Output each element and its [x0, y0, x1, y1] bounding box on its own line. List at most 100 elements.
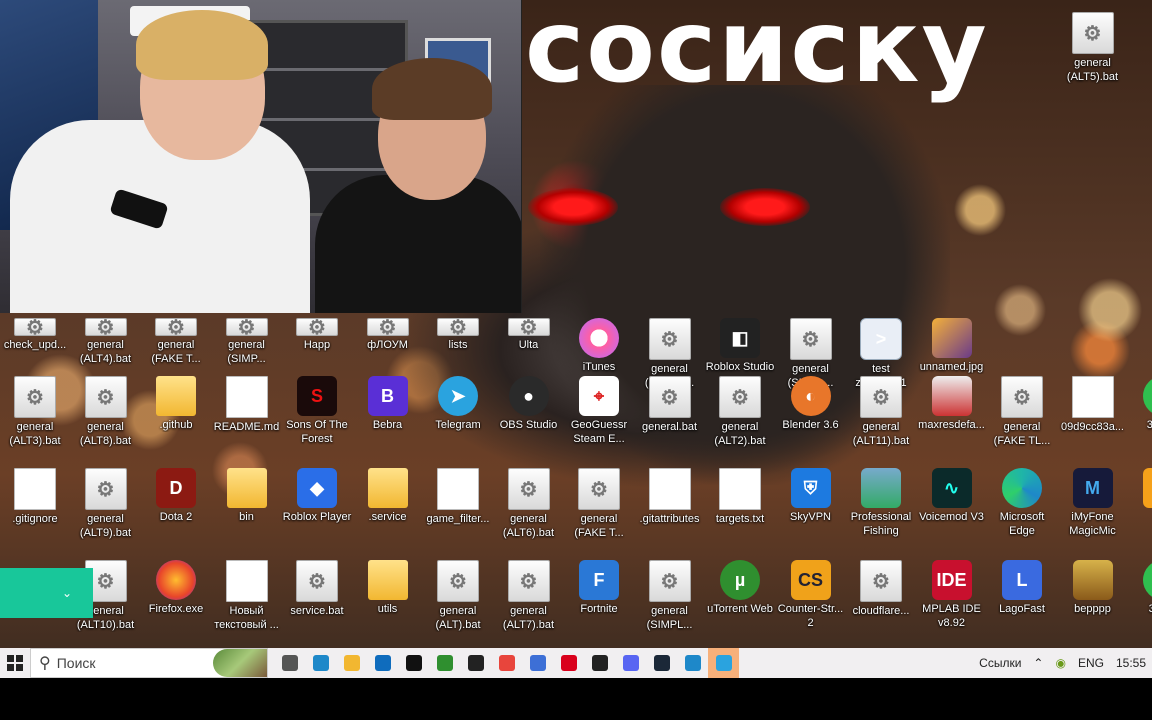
taskbar-app-button[interactable]: [367, 648, 398, 678]
chevron-up-icon[interactable]: ⌃: [1033, 656, 1043, 670]
desktop-icon[interactable]: FL FL: [1128, 468, 1152, 524]
ps1-file-icon: >: [860, 318, 902, 360]
taskbar-app-button[interactable]: [305, 648, 336, 678]
desktop-icon[interactable]: general (ALT9).bat: [71, 468, 141, 540]
b360-file-icon: [1143, 560, 1152, 600]
desktop-icon[interactable]: unnamed.jpg: [917, 318, 987, 374]
start-button[interactable]: [0, 648, 30, 678]
desktop-icon[interactable]: L LagoFast: [987, 560, 1057, 616]
desktop-icon[interactable]: Professional Fishing: [846, 468, 916, 538]
taskbar-app-button[interactable]: [398, 648, 429, 678]
desktop-icon[interactable]: README.md: [212, 376, 282, 434]
taskbar-app-button[interactable]: [522, 648, 553, 678]
desktop-icon[interactable]: Happ: [282, 318, 352, 352]
desktop-icon[interactable]: general (ALT7).bat: [494, 560, 564, 632]
desktop-icon[interactable]: ● OBS Studio: [494, 376, 564, 432]
dota-file-icon: D: [156, 468, 196, 508]
desktop-icon[interactable]: IDE MPLAB IDE v8.92: [917, 560, 987, 630]
desktop[interactable]: сосиску general (ALT5).batcheck_upd...ge…: [0, 0, 1152, 678]
taskbar-app-button[interactable]: [584, 648, 615, 678]
desktop-icon[interactable]: Новый текстовый ...: [212, 560, 282, 632]
desktop-icon[interactable]: general (ALT5).bat: [1058, 12, 1128, 84]
taskbar-app-button[interactable]: [491, 648, 522, 678]
desktop-icon[interactable]: ⌖ GeoGuessr Steam E...: [564, 376, 634, 446]
bat-file-icon: [648, 560, 691, 602]
desktop-icon[interactable]: 360 Br: [1128, 376, 1152, 432]
desktop-icon[interactable]: lists: [423, 318, 493, 352]
network-icon[interactable]: ◉: [1055, 656, 1065, 670]
desktop-icon[interactable]: bepppp: [1058, 560, 1128, 616]
taskbar-app-button[interactable]: [460, 648, 491, 678]
taskbar-app-button[interactable]: [615, 648, 646, 678]
taskbar-app-button[interactable]: [429, 648, 460, 678]
desktop-icon[interactable]: .gitattributes: [635, 468, 705, 526]
desktop-icon[interactable]: maxresdefa...: [917, 376, 987, 432]
chevron-down-icon[interactable]: ⌄: [62, 586, 72, 600]
desktop-icon[interactable]: general (ALT6).bat: [494, 468, 564, 540]
desktop-icon-label: general (ALT2).bat: [714, 421, 766, 447]
desktop-icon[interactable]: 09d9cc83a...: [1058, 376, 1128, 434]
desktop-icon[interactable]: general (FAKE T...: [564, 468, 634, 540]
clock[interactable]: 15:55: [1116, 656, 1146, 670]
desktop-icon[interactable]: ◆ Roblox Player: [282, 468, 352, 524]
links-toolbar[interactable]: Ссылки: [979, 656, 1021, 670]
desktop-icon[interactable]: general (FAKE T...: [141, 318, 211, 366]
desktop-icon[interactable]: utils: [353, 560, 423, 616]
desktop-icon[interactable]: F Fortnite: [564, 560, 634, 616]
desktop-icon[interactable]: фЛОУМ: [353, 318, 423, 352]
desktop-icon[interactable]: ⛨ SkyVPN: [776, 468, 846, 524]
desktop-icon[interactable]: ◐ Blender 3.6: [776, 376, 846, 432]
desktop-icon[interactable]: Ulta: [494, 318, 564, 352]
desktop-icon[interactable]: bin: [212, 468, 282, 524]
desktop-icon[interactable]: ◧ Roblox Studio: [705, 318, 775, 374]
desktop-icon[interactable]: game_filter...: [423, 468, 493, 526]
desktop-icon[interactable]: general (ALT4).bat: [71, 318, 141, 366]
desktop-icon-label: Telegram: [435, 419, 481, 431]
taskbar-search-box[interactable]: ⚲ Поиск: [30, 648, 268, 678]
language-indicator[interactable]: ENG: [1078, 656, 1104, 670]
taskbar-app-button[interactable]: [274, 648, 305, 678]
desktop-icon[interactable]: µ uTorrent Web: [705, 560, 775, 616]
desktop-icon[interactable]: CS Counter-Str... 2: [776, 560, 846, 630]
desktop-icon[interactable]: ➤ Telegram: [423, 376, 493, 432]
roblox-file-icon: ◆: [297, 468, 337, 508]
desktop-icon[interactable]: Microsoft Edge: [987, 468, 1057, 538]
desktop-icon[interactable]: S Sons Of The Forest: [282, 376, 352, 446]
taskbar-app-button[interactable]: [553, 648, 584, 678]
desktop-icon-label: Ulta: [518, 339, 539, 351]
desktop-icon[interactable]: ♪ iTunes: [564, 318, 634, 374]
desktop-icon[interactable]: .gitignore: [0, 468, 70, 526]
desktop-icon[interactable]: cloudflare...: [846, 560, 916, 618]
taskbar-app-button[interactable]: [336, 648, 367, 678]
desktop-icon-label: check_upd...: [3, 339, 67, 351]
person-left-hair: [136, 10, 268, 80]
taskbar-app-button[interactable]: [677, 648, 708, 678]
desktop-icon[interactable]: general (ALT2).bat: [705, 376, 775, 448]
blender-file-icon: ◐: [790, 376, 831, 416]
taskbar-app-button[interactable]: [646, 648, 677, 678]
desktop-icon[interactable]: general (SIMPL...: [635, 560, 705, 632]
desktop-icon[interactable]: 36 Se: [1128, 560, 1152, 616]
desktop-icon[interactable]: .github: [141, 376, 211, 432]
desktop-icon[interactable]: general (ALT).bat: [423, 560, 493, 632]
desktop-icon[interactable]: .service: [353, 468, 423, 524]
teal-overlay-widget[interactable]: ⌄: [0, 568, 93, 618]
fl-file-icon: FL: [1143, 468, 1152, 508]
desktop-icon[interactable]: general (SIMP...: [212, 318, 282, 366]
desktop-icon[interactable]: Firefox.exe: [141, 560, 211, 616]
desktop-icon[interactable]: MiMyFone MagicMic: [1058, 468, 1128, 538]
b360-file-icon: [1143, 376, 1152, 416]
opera-icon: [560, 655, 577, 671]
desktop-icon[interactable]: general (ALT3).bat: [0, 376, 70, 448]
desktop-icon[interactable]: check_upd...: [0, 318, 70, 352]
desktop-icon[interactable]: general (ALT11).bat: [846, 376, 916, 448]
desktop-icon[interactable]: ∿ Voicemod V3: [917, 468, 987, 524]
desktop-icon[interactable]: B Bebra: [353, 376, 423, 432]
desktop-icon[interactable]: service.bat: [282, 560, 352, 618]
taskbar-app-button[interactable]: [708, 648, 739, 678]
desktop-icon[interactable]: general (ALT8).bat: [71, 376, 141, 448]
desktop-icon[interactable]: D Dota 2: [141, 468, 211, 524]
desktop-icon[interactable]: general (FAKE TL...: [987, 376, 1057, 448]
desktop-icon[interactable]: targets.txt: [705, 468, 775, 526]
desktop-icon[interactable]: general.bat: [635, 376, 705, 434]
